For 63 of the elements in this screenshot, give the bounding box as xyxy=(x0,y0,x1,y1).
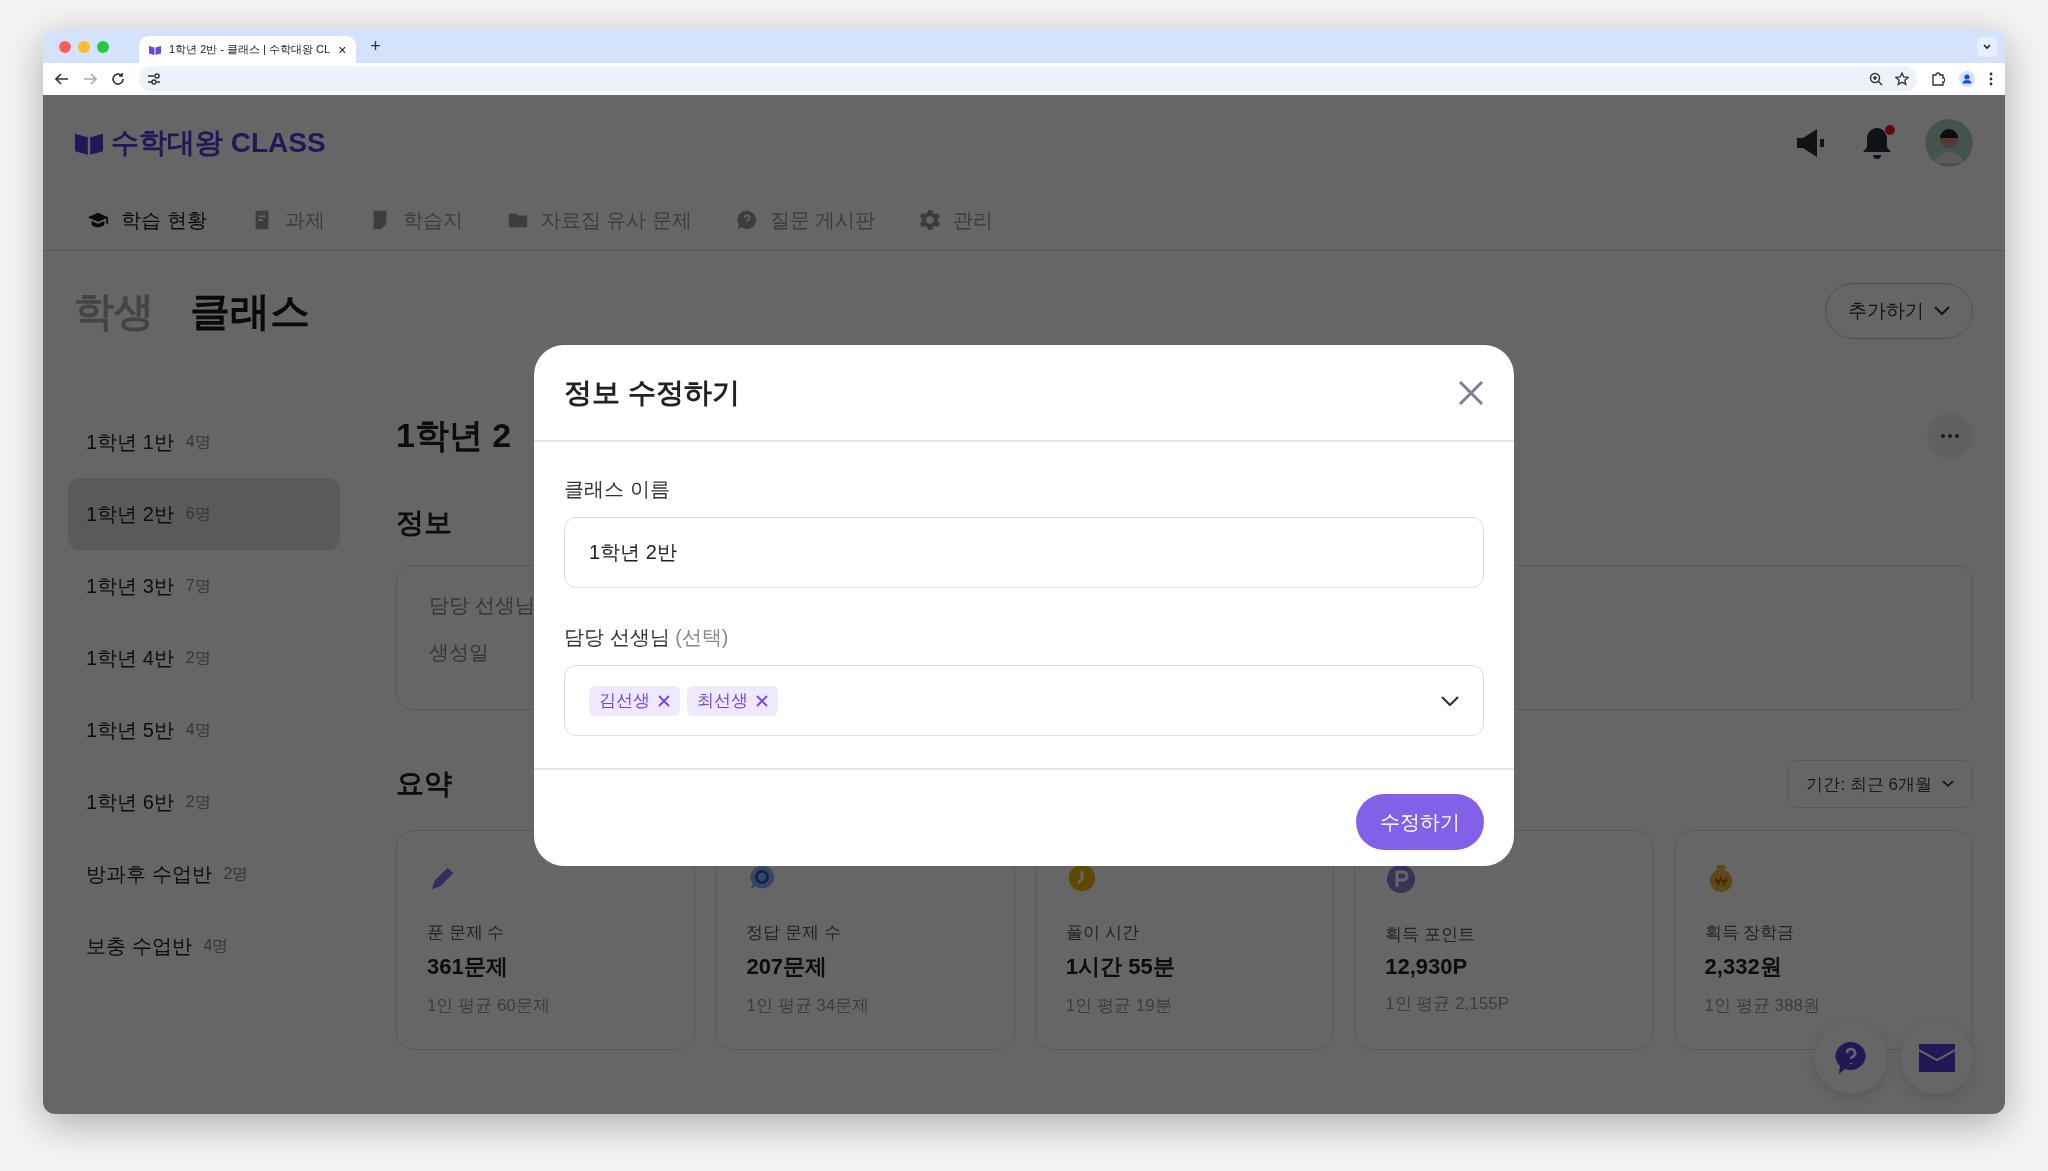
teacher-select[interactable]: 김선생 최선생 xyxy=(564,665,1484,736)
close-window-button[interactable] xyxy=(59,40,71,53)
tab-close-button[interactable]: × xyxy=(338,41,347,58)
caret-icon xyxy=(1942,780,1954,788)
nav-tab[interactable]: 학습 현황 xyxy=(87,206,207,234)
teacher-tag[interactable]: 김선생 xyxy=(589,685,680,716)
caret-icon xyxy=(1982,41,1992,52)
stat-value: 1시간 55분 xyxy=(1065,953,1176,981)
stat-label: 푼 문제 수 xyxy=(427,922,506,944)
close-button[interactable] xyxy=(1458,379,1484,406)
envelope-icon xyxy=(1919,1044,1955,1072)
reload-icon[interactable] xyxy=(111,72,125,86)
field-label: 담당 선생님 (선택) xyxy=(564,625,730,650)
stat-value: 361문제 xyxy=(427,953,509,981)
back-icon[interactable] xyxy=(55,72,69,86)
class-name: 1학년 4반 xyxy=(86,645,174,671)
question-icon xyxy=(1833,1040,1869,1076)
stat-label: 획득 포인트 xyxy=(1385,924,1476,946)
submit-button[interactable]: 수정하기 xyxy=(1356,794,1484,850)
class-name: 보충 수업반 xyxy=(86,933,192,959)
profile-icon[interactable] xyxy=(1959,71,1975,87)
new-tab-button[interactable]: + xyxy=(366,36,385,57)
class-name: 방과후 수업반 xyxy=(86,861,212,887)
page-tab[interactable]: 클래스 xyxy=(190,283,310,339)
class-name-field[interactable]: 1학년 2반 xyxy=(564,517,1484,588)
stat-value: 2,332원 xyxy=(1704,953,1783,981)
remove-icon xyxy=(756,694,768,707)
puzzle-icon[interactable] xyxy=(1931,72,1945,86)
class-name: 1학년 3반 xyxy=(86,573,174,599)
zoom-icon[interactable] xyxy=(1869,72,1883,86)
dialog-title: 정보 수정하기 xyxy=(564,375,740,410)
question-icon xyxy=(735,209,758,231)
teacher-tag[interactable]: 최선생 xyxy=(687,685,778,716)
close-icon xyxy=(1458,379,1484,406)
class-title: 1학년 2 xyxy=(396,415,512,456)
class-name: 1학년 5반 xyxy=(86,717,174,743)
class-name: 1학년 1반 xyxy=(86,429,174,455)
stat-value: 207문제 xyxy=(746,953,829,981)
class-name: 1학년 2반 xyxy=(86,501,174,527)
more-icon xyxy=(1941,434,1959,438)
book-icon xyxy=(149,44,161,55)
tab-search-button[interactable] xyxy=(1977,36,1997,57)
stat-label: 정답 문제 수 xyxy=(746,922,842,944)
class-name: 1학년 6반 xyxy=(86,789,174,815)
period-dropdown[interactable]: 기간: 최근 6개월 xyxy=(1787,760,1973,808)
caret-icon xyxy=(1441,695,1459,706)
site-settings-icon[interactable] xyxy=(147,73,161,85)
browser-tab[interactable]: 1학년 2반 - 클래스 | 수학대왕 CL × xyxy=(139,36,357,63)
avatar[interactable] xyxy=(1925,118,1973,167)
stat-value: 12,930P xyxy=(1385,954,1469,980)
section-heading: 요약 xyxy=(396,767,452,801)
gear-icon xyxy=(919,209,942,231)
stat-label: 획득 장학금 xyxy=(1704,922,1796,944)
star-icon[interactable] xyxy=(1895,72,1909,86)
section-heading: 정보 xyxy=(396,506,452,540)
add-button[interactable]: 추가하기 xyxy=(1825,283,1973,339)
forward-icon[interactable] xyxy=(83,72,97,86)
caret-icon xyxy=(1934,306,1950,316)
remove-icon xyxy=(658,694,670,707)
field-label: 클래스 이름 xyxy=(564,477,671,502)
stat-label: 풀이 시간 xyxy=(1065,922,1140,944)
logo-text[interactable]: 수학대왕 CLASS xyxy=(111,123,326,162)
menu-icon[interactable] xyxy=(1989,72,1993,86)
